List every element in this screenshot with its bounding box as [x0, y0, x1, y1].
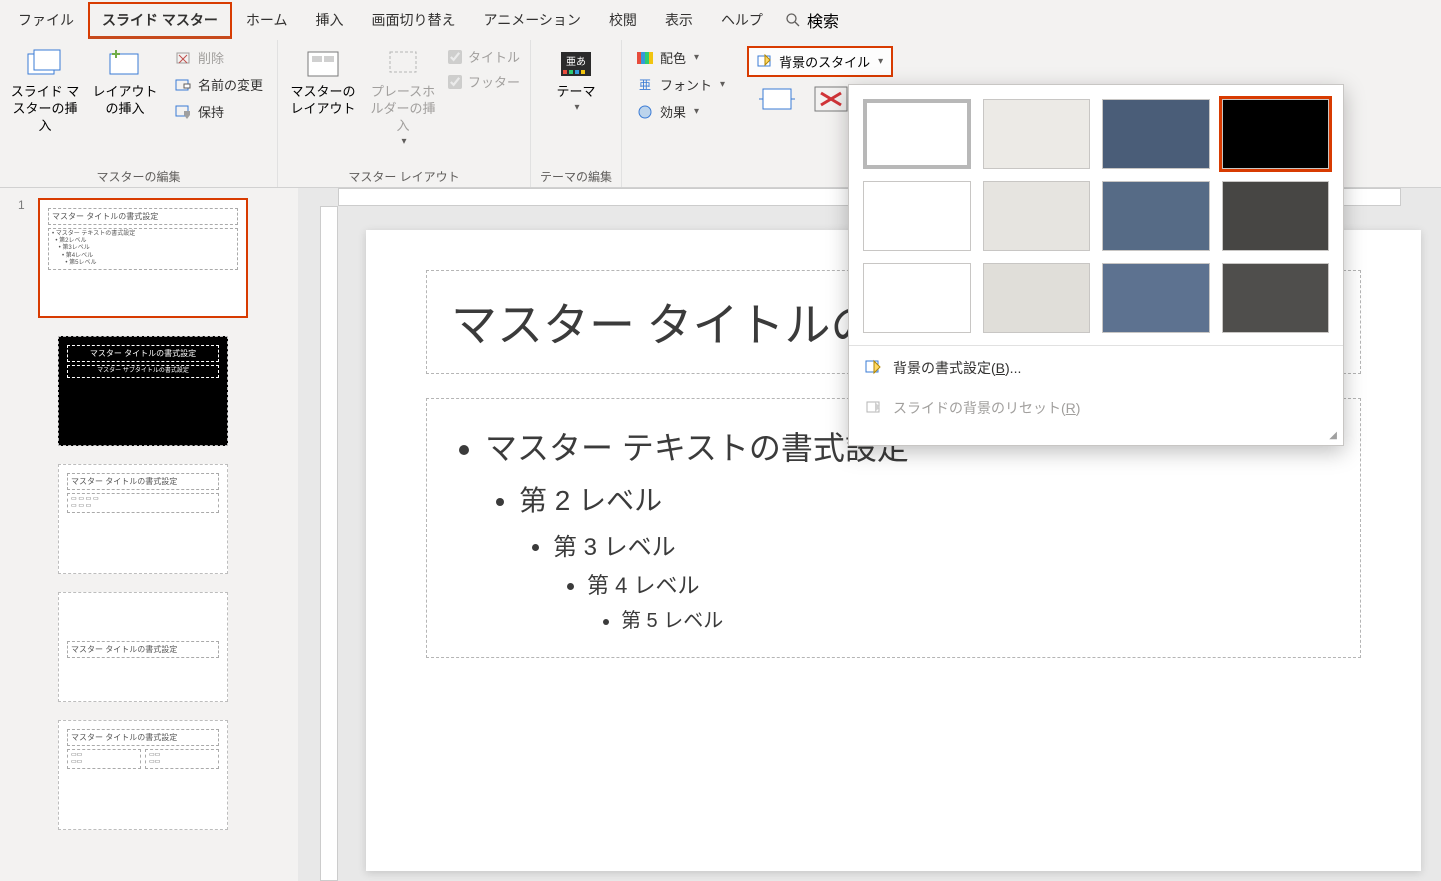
chevron-down-icon: ▾ — [878, 56, 883, 67]
format-background-menuitem[interactable]: 背景の書式設定(B)... — [849, 348, 1343, 388]
background-style-swatch[interactable] — [1222, 99, 1330, 169]
background-styles-button[interactable]: 背景のスタイル▾ — [747, 46, 893, 77]
group-label-edit-theme: テーマの編集 — [539, 164, 613, 187]
themes-icon: 亜あ — [557, 48, 595, 80]
chevron-down-icon: ▾ — [694, 52, 699, 63]
background-style-swatch[interactable] — [863, 99, 971, 169]
tab-file[interactable]: ファイル — [4, 2, 88, 38]
insert-layout-button[interactable]: レイアウトの挿入 — [88, 44, 162, 122]
search-label: 検索 — [807, 8, 839, 32]
slide-navigation-pane[interactable]: 1 マスター タイトルの書式設定 • マスター テキストの書式設定 • 第2レベ… — [0, 188, 298, 881]
tab-view[interactable]: 表示 — [651, 2, 707, 38]
ribbon-tabbar: ファイル スライド マスター ホーム 挿入 画面切り替え アニメーション 校閲 … — [0, 0, 1441, 40]
rename-icon — [174, 76, 192, 94]
master-layout-icon — [304, 48, 342, 80]
slide-master-icon — [26, 48, 64, 80]
tab-insert[interactable]: 挿入 — [301, 2, 357, 38]
themes-button[interactable]: 亜あ テーマ ▾ — [539, 44, 613, 118]
tab-transitions[interactable]: 画面切り替え — [357, 2, 469, 38]
footer-checkbox[interactable]: フッター — [446, 69, 522, 94]
title-checkbox[interactable]: タイトル — [446, 44, 522, 69]
background-style-swatch[interactable] — [983, 99, 1091, 169]
format-background-icon — [865, 359, 883, 377]
svg-text:亜あ: 亜あ — [566, 56, 586, 68]
tab-animations[interactable]: アニメーション — [469, 2, 594, 38]
chevron-down-icon: ▾ — [720, 79, 725, 90]
preserve-button[interactable]: 保持 — [168, 98, 269, 125]
background-style-swatch[interactable] — [1222, 263, 1330, 333]
search-icon — [785, 12, 801, 28]
layout-icon — [106, 48, 144, 80]
fonts-icon: 亜 — [636, 76, 654, 94]
background-swatch-grid — [849, 85, 1343, 343]
chevron-down-icon: ▾ — [694, 106, 699, 117]
insert-slide-master-button[interactable]: スライド マスターの挿入 — [8, 44, 82, 139]
background-style-swatch[interactable] — [1102, 181, 1210, 251]
tab-review[interactable]: 校閲 — [595, 2, 651, 38]
background-style-swatch[interactable] — [863, 181, 971, 251]
background-styles-popup: 背景の書式設定(B)... スライドの背景のリセット(R) ◢ — [848, 84, 1344, 446]
close-master-view-icon[interactable] — [811, 83, 851, 115]
background-style-swatch[interactable] — [983, 263, 1091, 333]
colors-button[interactable]: 配色▾ — [630, 44, 731, 71]
delete-icon — [174, 49, 192, 67]
tab-home[interactable]: ホーム — [232, 2, 302, 38]
reset-background-icon — [865, 399, 883, 417]
group-edit-master: スライド マスターの挿入 レイアウトの挿入 削除 名前の変更 保持 — [0, 40, 278, 187]
tell-me-search[interactable]: 検索 — [785, 8, 839, 32]
group-label-master-layout: マスター レイアウト — [286, 164, 522, 187]
background-style-swatch[interactable] — [1102, 263, 1210, 333]
preserve-icon — [174, 103, 192, 121]
fonts-button[interactable]: 亜 フォント▾ — [630, 71, 731, 98]
slide-number: 1 — [18, 198, 38, 212]
placeholder-icon — [384, 48, 422, 80]
group-label-edit-master: マスターの編集 — [8, 164, 269, 187]
rename-button[interactable]: 名前の変更 — [168, 71, 269, 98]
background-style-swatch[interactable] — [863, 263, 971, 333]
insert-placeholder-button[interactable]: プレースホルダーの挿入 ▾ — [366, 44, 440, 152]
colors-icon — [636, 49, 654, 67]
layout-thumbnail[interactable]: マスター タイトルの書式設定 ▭ ▭ ▭ ▭▭ ▭ ▭ — [58, 464, 228, 574]
background-style-swatch[interactable] — [1102, 99, 1210, 169]
group-edit-theme: 亜あ テーマ ▾ テーマの編集 — [531, 40, 622, 187]
tab-help[interactable]: ヘルプ — [707, 2, 777, 38]
background-style-swatch[interactable] — [983, 181, 1091, 251]
resize-grip-icon[interactable]: ◢ — [849, 428, 1343, 445]
chevron-down-icon: ▾ — [402, 135, 407, 148]
effects-button[interactable]: 効果▾ — [630, 98, 731, 125]
slide-size-icon[interactable] — [757, 83, 797, 115]
background-styles-icon — [757, 54, 773, 70]
chevron-down-icon: ▾ — [575, 101, 580, 114]
reset-slide-background-menuitem: スライドの背景のリセット(R) — [849, 388, 1343, 428]
background-style-swatch[interactable] — [1222, 181, 1330, 251]
svg-text:亜: 亜 — [639, 78, 651, 92]
layout-thumbnail[interactable]: マスター タイトルの書式設定 ▭▭▭▭ ▭▭▭▭ — [58, 720, 228, 830]
layout-thumbnail[interactable]: マスター タイトルの書式設定 — [58, 592, 228, 702]
vertical-ruler — [320, 206, 338, 881]
effects-icon — [636, 103, 654, 121]
master-thumbnail[interactable]: マスター タイトルの書式設定 • マスター テキストの書式設定 • 第2レベル … — [38, 198, 248, 318]
tab-slide-master[interactable]: スライド マスター — [88, 2, 232, 39]
master-layout-button[interactable]: マスターのレイアウト — [286, 44, 360, 122]
delete-layout-button[interactable]: 削除 — [168, 44, 269, 71]
layout-thumbnail[interactable]: マスター タイトルの書式設定 マスター サブタイトルの書式設定 — [58, 336, 228, 446]
group-master-layout: マスターのレイアウト プレースホルダーの挿入 ▾ タイトル フッター マスター … — [278, 40, 531, 187]
